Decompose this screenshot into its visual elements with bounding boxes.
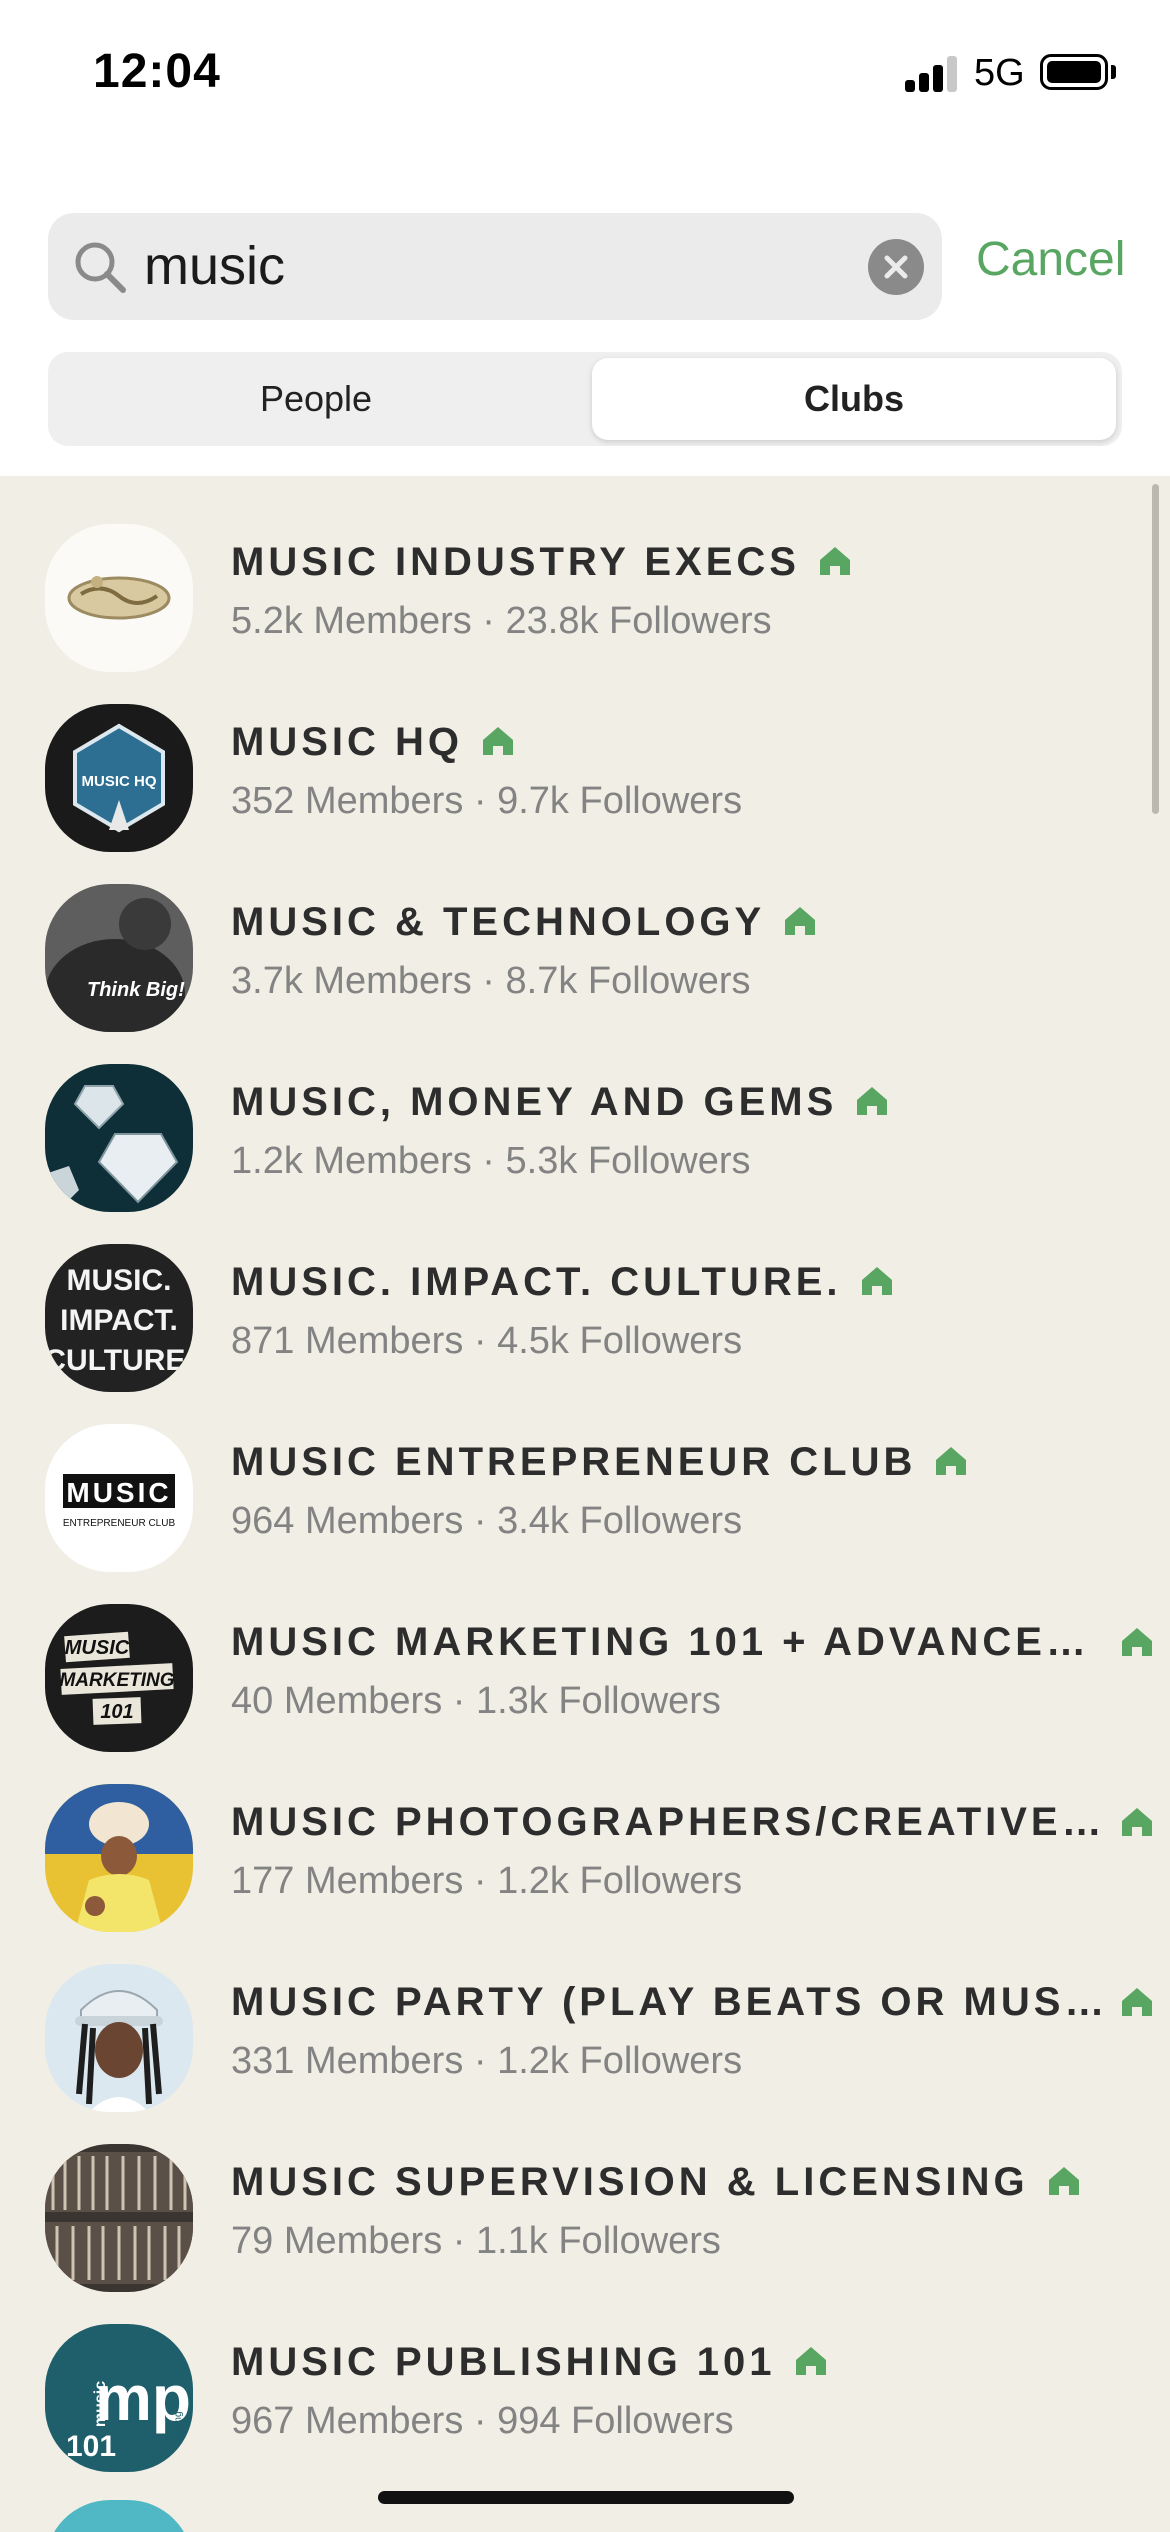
avatar-label: MUSIC. <box>67 1264 172 1297</box>
club-stats: 964 Members · 3.4k Followers <box>231 1500 743 1542</box>
club-stats: 1.2k Members · 5.3k Followers <box>231 1140 751 1182</box>
avatar-label: MUSIC <box>66 1477 171 1508</box>
avatar-label: ENTREPRENEUR CLUB <box>63 1518 176 1529</box>
house-icon <box>1122 1808 1152 1836</box>
tab-people[interactable]: People <box>54 358 578 440</box>
club-results-list: MUSIC INDUSTRY EXECS 5.2k Members · 23.8… <box>0 476 1170 2472</box>
search-icon <box>75 242 126 293</box>
club-stats: 3.7k Members · 8.7k Followers <box>231 960 751 1002</box>
avatar-label: CULTURE. <box>45 1344 193 1377</box>
club-name: MUSIC ENTREPRENEUR CLUB <box>231 1440 968 1485</box>
club-name: MUSIC PUBLISHING 101 <box>231 2340 828 2385</box>
club-row[interactable]: MUSIC PHOTOGRAPHERS/CREATIVE… 177 Member… <box>0 1736 1170 1932</box>
clear-icon <box>884 255 908 279</box>
house-icon <box>1048 2167 1079 2195</box>
battery-full-icon <box>1040 54 1108 90</box>
club-avatar <box>45 524 193 672</box>
avatar-label: MUSIC <box>65 1637 130 1659</box>
club-row[interactable]: MUSIC, MONEY AND GEMS 1.2k Members · 5.3… <box>0 1016 1170 1212</box>
avatar-label: MUSIC HQ <box>82 773 157 790</box>
battery-tip <box>1111 65 1116 79</box>
club-avatar: MUSIC MARKETING 101 <box>45 1604 193 1752</box>
club-stats: 5.2k Members · 23.8k Followers <box>231 600 772 642</box>
avatar-label: MARKETING <box>59 1670 174 1691</box>
club-name: MUSIC, MONEY AND GEMS <box>231 1080 889 1125</box>
club-stats: 967 Members · 994 Followers <box>231 2400 734 2442</box>
club-avatar: MUSIC ENTREPRENEUR CLUB <box>45 1424 193 1572</box>
club-name: MUSIC PHOTOGRAPHERS/CREATIVE… <box>231 1800 1106 1844</box>
club-row[interactable]: MUSIC HQ MUSIC HQ 352 Members · 9.7k Fol… <box>0 656 1170 852</box>
club-row[interactable]: music 101 mp publishing MUSIC PUBLISHING… <box>0 2276 1170 2472</box>
club-stats: 40 Members · 1.3k Followers <box>231 1680 721 1722</box>
club-name: MUSIC HQ <box>231 720 515 765</box>
club-name: MUSIC & TECHNOLOGY <box>231 900 817 945</box>
house-icon <box>819 547 850 575</box>
house-icon <box>936 1447 967 1475</box>
club-avatar <box>45 2144 193 2292</box>
house-icon <box>1122 1988 1152 2016</box>
house-icon <box>857 1087 888 1115</box>
club-row[interactable]: MUSIC SUPERVISION & LICENSING 79 Members… <box>0 2096 1170 2292</box>
avatar-label: 101 <box>100 1701 133 1723</box>
search-input[interactable]: music <box>144 213 844 320</box>
club-name: MUSIC SUPERVISION & LICENSING <box>231 2160 1081 2205</box>
club-name: MUSIC INDUSTRY EXECS <box>231 540 852 585</box>
club-avatar: MUSIC. IMPACT. CULTURE. <box>45 1244 193 1392</box>
club-avatar <box>45 1784 193 1932</box>
club-row[interactable]: Think Big! MUSIC & TECHNOLOGY 3.7k Membe… <box>0 836 1170 1032</box>
club-avatar: music 101 mp publishing <box>45 2324 193 2472</box>
club-avatar <box>45 2500 193 2532</box>
club-row[interactable]: MUSIC INDUSTRY EXECS 5.2k Members · 23.8… <box>0 476 1170 672</box>
cellular-signal-icon <box>905 56 959 92</box>
home-indicator <box>378 2491 794 2504</box>
club-avatar: MUSIC HQ <box>45 704 193 852</box>
network-label: 5G <box>974 52 1025 94</box>
house-icon <box>861 1267 892 1295</box>
house-icon <box>785 907 816 935</box>
avatar-label: 101 <box>66 2430 116 2463</box>
avatar-label: publishing <box>173 2411 184 2456</box>
club-name: MUSIC MARKETING 101 + ADVANCE… <box>231 1620 1090 1664</box>
club-row[interactable]: MUSIC PARTY (PLAY BEATS OR MUSI… 331 Mem… <box>0 1916 1170 2112</box>
house-icon <box>795 2347 826 2375</box>
club-avatar: Think Big! <box>45 884 193 1032</box>
club-row[interactable]: MUSIC MARKETING 101 MUSIC MARKETING 101 … <box>0 1556 1170 1752</box>
club-stats: 331 Members · 1.2k Followers <box>231 2040 743 2082</box>
search-bar[interactable]: music <box>48 213 942 320</box>
club-avatar <box>45 1064 193 1212</box>
club-avatar <box>45 1964 193 2112</box>
club-row[interactable]: MUSIC ENTREPRENEUR CLUB MUSIC ENTREPRENE… <box>0 1376 1170 1572</box>
club-stats: 79 Members · 1.1k Followers <box>231 2220 721 2262</box>
avatar-label: IMPACT. <box>60 1304 178 1337</box>
clear-search-button[interactable] <box>868 239 924 295</box>
scrollbar[interactable] <box>1152 484 1159 814</box>
house-icon <box>483 727 513 755</box>
club-stats: 177 Members · 1.2k Followers <box>231 1860 743 1902</box>
club-stats: 352 Members · 9.7k Followers <box>231 780 743 822</box>
club-row[interactable]: MUSIC. IMPACT. CULTURE. MUSIC. IMPACT. C… <box>0 1196 1170 1392</box>
segmented-control: People Clubs <box>48 352 1122 446</box>
tab-clubs[interactable]: Clubs <box>592 358 1116 440</box>
cancel-button[interactable]: Cancel <box>976 232 1125 287</box>
club-name: MUSIC. IMPACT. CULTURE. <box>231 1260 894 1305</box>
club-name: MUSIC PARTY (PLAY BEATS OR MUSI… <box>231 1980 1111 2024</box>
header-area: 12:04 5G music Cancel People Clubs <box>0 0 1170 476</box>
club-stats: 871 Members · 4.5k Followers <box>231 1320 743 1362</box>
status-time: 12:04 <box>93 45 221 98</box>
house-icon <box>1122 1628 1152 1656</box>
avatar-label: Think Big! <box>87 979 185 1001</box>
